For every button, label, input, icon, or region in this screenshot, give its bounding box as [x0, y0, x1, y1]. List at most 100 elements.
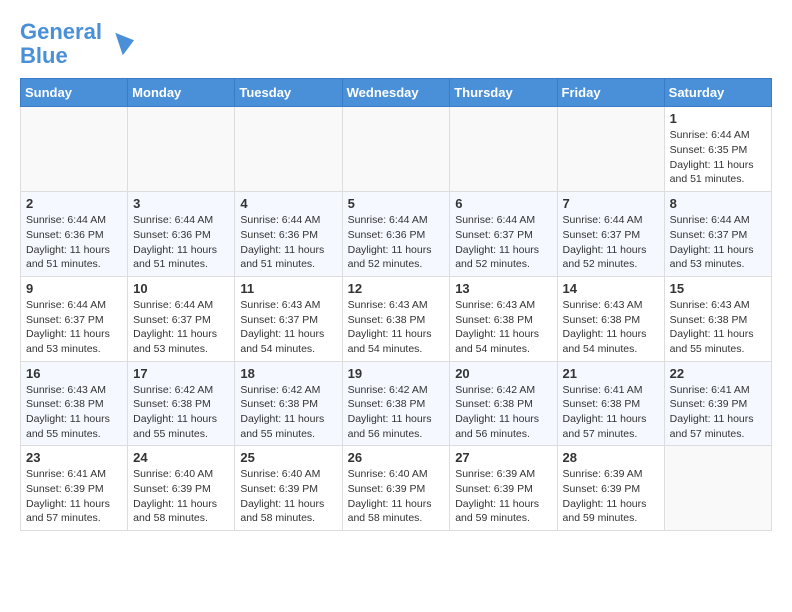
day-number: 2	[26, 196, 122, 211]
day-number: 20	[455, 366, 551, 381]
col-header-friday: Friday	[557, 79, 664, 107]
page-header: GeneralBlue	[20, 20, 772, 68]
calendar-week-2: 2 Sunrise: 6:44 AM Sunset: 6:36 PM Daylig…	[21, 192, 772, 277]
calendar-cell: 20Sunrise: 6:42 AM Sunset: 6:38 PM Dayli…	[450, 361, 557, 446]
day-info: Sunrise: 6:44 AM Sunset: 6:37 PM Dayligh…	[670, 213, 766, 272]
day-info: Sunrise: 6:41 AM Sunset: 6:38 PM Dayligh…	[563, 383, 659, 442]
calendar-cell: 9 Sunrise: 6:44 AM Sunset: 6:37 PM Daylig…	[21, 276, 128, 361]
calendar-week-3: 9 Sunrise: 6:44 AM Sunset: 6:37 PM Daylig…	[21, 276, 772, 361]
calendar-cell: 24Sunrise: 6:40 AM Sunset: 6:39 PM Dayli…	[128, 446, 235, 531]
calendar-cell: 12 Sunrise: 6:43 AM Sunset: 6:38 PM Dayli…	[342, 276, 450, 361]
calendar-cell: 11 Sunrise: 6:43 AM Sunset: 6:37 PM Dayli…	[235, 276, 342, 361]
col-header-thursday: Thursday	[450, 79, 557, 107]
calendar-cell: 7 Sunrise: 6:44 AM Sunset: 6:37 PM Daylig…	[557, 192, 664, 277]
calendar-cell: 4 Sunrise: 6:44 AM Sunset: 6:36 PM Daylig…	[235, 192, 342, 277]
col-header-wednesday: Wednesday	[342, 79, 450, 107]
calendar-cell: 14Sunrise: 6:43 AM Sunset: 6:38 PM Dayli…	[557, 276, 664, 361]
day-number: 10	[133, 281, 229, 296]
calendar-cell	[450, 107, 557, 192]
day-info: Sunrise: 6:43 AM Sunset: 6:38 PM Dayligh…	[455, 298, 551, 357]
calendar-cell	[128, 107, 235, 192]
day-info: Sunrise: 6:39 AM Sunset: 6:39 PM Dayligh…	[455, 467, 551, 526]
day-number: 28	[563, 450, 659, 465]
day-info: Sunrise: 6:44 AM Sunset: 6:36 PM Dayligh…	[26, 213, 122, 272]
calendar-cell	[557, 107, 664, 192]
day-number: 4	[240, 196, 336, 211]
day-info: Sunrise: 6:44 AM Sunset: 6:36 PM Dayligh…	[348, 213, 445, 272]
logo-icon	[104, 29, 134, 59]
calendar-cell: 28 Sunrise: 6:39 AM Sunset: 6:39 PM Dayli…	[557, 446, 664, 531]
day-number: 25	[240, 450, 336, 465]
logo-text: GeneralBlue	[20, 20, 102, 68]
calendar-header-row: SundayMondayTuesdayWednesdayThursdayFrid…	[21, 79, 772, 107]
day-number: 16	[26, 366, 122, 381]
day-info: Sunrise: 6:43 AM Sunset: 6:38 PM Dayligh…	[563, 298, 659, 357]
day-number: 8	[670, 196, 766, 211]
calendar-cell: 27 Sunrise: 6:39 AM Sunset: 6:39 PM Dayli…	[450, 446, 557, 531]
day-number: 1	[670, 111, 766, 126]
calendar-cell: 25 Sunrise: 6:40 AM Sunset: 6:39 PM Dayli…	[235, 446, 342, 531]
day-info: Sunrise: 6:44 AM Sunset: 6:37 PM Dayligh…	[455, 213, 551, 272]
day-info: Sunrise: 6:44 AM Sunset: 6:37 PM Dayligh…	[563, 213, 659, 272]
day-info: Sunrise: 6:44 AM Sunset: 6:36 PM Dayligh…	[133, 213, 229, 272]
day-info: Sunrise: 6:43 AM Sunset: 6:38 PM Dayligh…	[26, 383, 122, 442]
day-number: 9	[26, 281, 122, 296]
calendar-cell	[21, 107, 128, 192]
calendar-cell: 2 Sunrise: 6:44 AM Sunset: 6:36 PM Daylig…	[21, 192, 128, 277]
calendar-cell: 26 Sunrise: 6:40 AM Sunset: 6:39 PM Dayli…	[342, 446, 450, 531]
logo: GeneralBlue	[20, 20, 134, 68]
day-number: 17	[133, 366, 229, 381]
calendar-cell: 6 Sunrise: 6:44 AM Sunset: 6:37 PM Daylig…	[450, 192, 557, 277]
day-info: Sunrise: 6:43 AM Sunset: 6:38 PM Dayligh…	[670, 298, 766, 357]
day-info: Sunrise: 6:42 AM Sunset: 6:38 PM Dayligh…	[348, 383, 445, 442]
day-number: 12	[348, 281, 445, 296]
calendar-cell: 16 Sunrise: 6:43 AM Sunset: 6:38 PM Dayli…	[21, 361, 128, 446]
calendar-cell: 13 Sunrise: 6:43 AM Sunset: 6:38 PM Dayli…	[450, 276, 557, 361]
calendar-cell: 1 Sunrise: 6:44 AM Sunset: 6:35 PM Daylig…	[664, 107, 771, 192]
day-info: Sunrise: 6:43 AM Sunset: 6:38 PM Dayligh…	[348, 298, 445, 357]
day-number: 23	[26, 450, 122, 465]
calendar-cell: 23 Sunrise: 6:41 AM Sunset: 6:39 PM Dayli…	[21, 446, 128, 531]
calendar-week-1: 1 Sunrise: 6:44 AM Sunset: 6:35 PM Daylig…	[21, 107, 772, 192]
calendar-cell: 5Sunrise: 6:44 AM Sunset: 6:36 PM Daylig…	[342, 192, 450, 277]
calendar-cell: 21Sunrise: 6:41 AM Sunset: 6:38 PM Dayli…	[557, 361, 664, 446]
calendar-week-5: 23 Sunrise: 6:41 AM Sunset: 6:39 PM Dayli…	[21, 446, 772, 531]
day-number: 19	[348, 366, 445, 381]
day-info: Sunrise: 6:39 AM Sunset: 6:39 PM Dayligh…	[563, 467, 659, 526]
day-info: Sunrise: 6:44 AM Sunset: 6:37 PM Dayligh…	[26, 298, 122, 357]
day-number: 7	[563, 196, 659, 211]
calendar-cell	[342, 107, 450, 192]
day-number: 18	[240, 366, 336, 381]
day-number: 27	[455, 450, 551, 465]
calendar-cell: 19 Sunrise: 6:42 AM Sunset: 6:38 PM Dayli…	[342, 361, 450, 446]
col-header-sunday: Sunday	[21, 79, 128, 107]
calendar-cell: 22 Sunrise: 6:41 AM Sunset: 6:39 PM Dayli…	[664, 361, 771, 446]
calendar-cell: 3 Sunrise: 6:44 AM Sunset: 6:36 PM Daylig…	[128, 192, 235, 277]
day-info: Sunrise: 6:42 AM Sunset: 6:38 PM Dayligh…	[240, 383, 336, 442]
calendar-cell: 15 Sunrise: 6:43 AM Sunset: 6:38 PM Dayli…	[664, 276, 771, 361]
day-info: Sunrise: 6:41 AM Sunset: 6:39 PM Dayligh…	[26, 467, 122, 526]
col-header-tuesday: Tuesday	[235, 79, 342, 107]
day-number: 13	[455, 281, 551, 296]
day-number: 3	[133, 196, 229, 211]
calendar-cell	[664, 446, 771, 531]
col-header-monday: Monday	[128, 79, 235, 107]
day-info: Sunrise: 6:40 AM Sunset: 6:39 PM Dayligh…	[348, 467, 445, 526]
day-number: 15	[670, 281, 766, 296]
day-info: Sunrise: 6:42 AM Sunset: 6:38 PM Dayligh…	[133, 383, 229, 442]
day-info: Sunrise: 6:40 AM Sunset: 6:39 PM Dayligh…	[240, 467, 336, 526]
calendar-cell: 8 Sunrise: 6:44 AM Sunset: 6:37 PM Daylig…	[664, 192, 771, 277]
day-info: Sunrise: 6:41 AM Sunset: 6:39 PM Dayligh…	[670, 383, 766, 442]
calendar-cell: 10Sunrise: 6:44 AM Sunset: 6:37 PM Dayli…	[128, 276, 235, 361]
day-info: Sunrise: 6:43 AM Sunset: 6:37 PM Dayligh…	[240, 298, 336, 357]
col-header-saturday: Saturday	[664, 79, 771, 107]
day-info: Sunrise: 6:44 AM Sunset: 6:35 PM Dayligh…	[670, 128, 766, 187]
day-info: Sunrise: 6:44 AM Sunset: 6:36 PM Dayligh…	[240, 213, 336, 272]
day-number: 11	[240, 281, 336, 296]
day-number: 6	[455, 196, 551, 211]
day-number: 22	[670, 366, 766, 381]
calendar-cell	[235, 107, 342, 192]
day-number: 26	[348, 450, 445, 465]
calendar-week-4: 16 Sunrise: 6:43 AM Sunset: 6:38 PM Dayli…	[21, 361, 772, 446]
calendar-cell: 17 Sunrise: 6:42 AM Sunset: 6:38 PM Dayli…	[128, 361, 235, 446]
